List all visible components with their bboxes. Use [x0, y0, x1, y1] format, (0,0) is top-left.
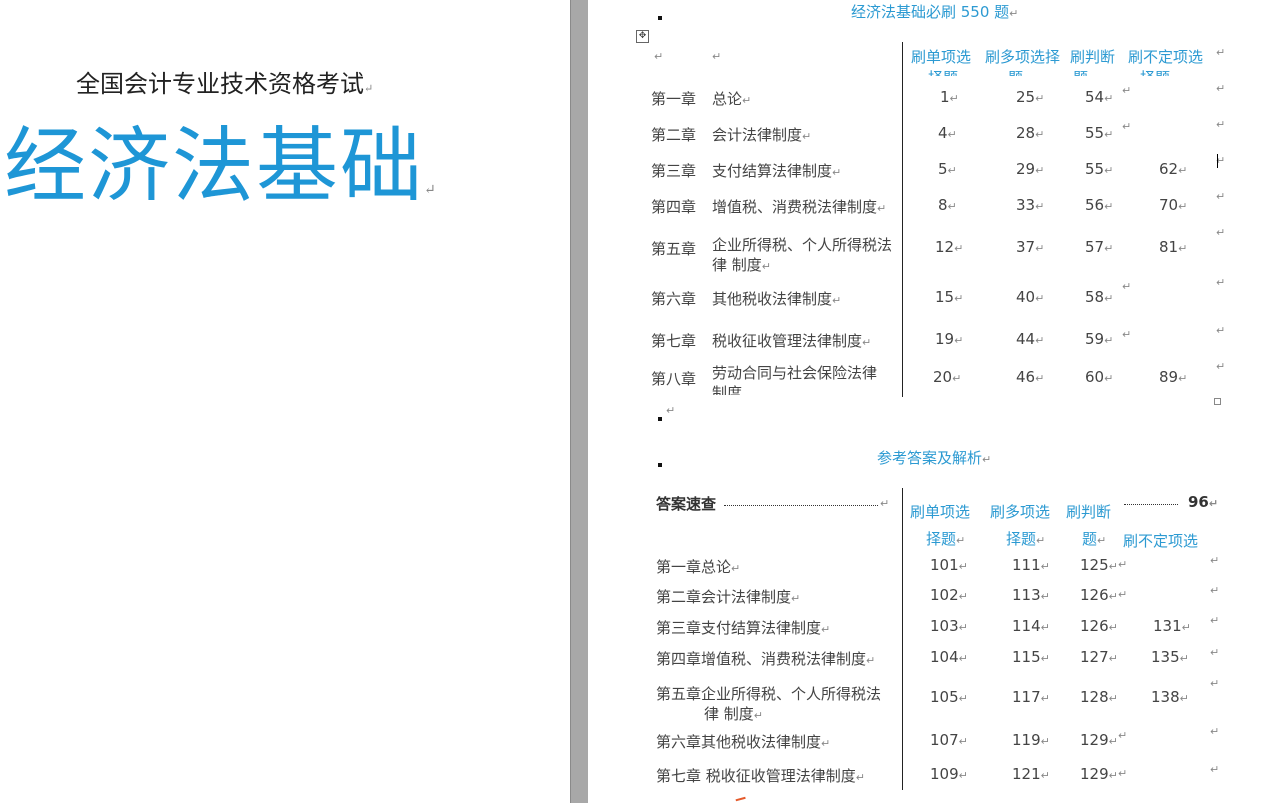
- table2-header-judge: 刷判断: [1066, 503, 1112, 521]
- toc-leader-dots: [1124, 504, 1178, 505]
- paragraph-mark: [658, 16, 662, 20]
- table2-header-multi-2: 择题↵: [1006, 530, 1046, 548]
- empty-cell-mark: ↵: [712, 50, 722, 63]
- table2-header-single-2: 择题↵: [926, 530, 966, 548]
- table1-header-row2-clipped: 择题 题 题 择题: [908, 67, 1228, 76]
- table1-header-single: 刷单项选: [911, 48, 972, 66]
- content-page: 经济法基础必刷 550 题↵ ✥ ↵ ↵ 刷单项选 刷多项选择 刷判断 刷不定项…: [588, 0, 1269, 803]
- table2-header-multi: 刷多项选: [990, 503, 1051, 521]
- table1-header-judge: 刷判断: [1070, 48, 1116, 66]
- table-resize-handle[interactable]: [1214, 398, 1221, 405]
- table2-title: 参考答案及解析↵: [877, 449, 992, 467]
- empty-cell-mark: ↵: [654, 50, 664, 63]
- table2-header-indef: 刷不定项选: [1123, 532, 1199, 550]
- table2-header-judge-2: 题↵: [1082, 530, 1107, 548]
- text-cursor: [1217, 154, 1218, 168]
- table2-column-divider: [902, 488, 903, 790]
- paragraph-mark: [658, 463, 662, 467]
- cover-page: 全国会计专业技术资格考试↵ 经济法基础↵: [0, 0, 570, 803]
- table1-column-divider: [902, 42, 903, 397]
- paragraph-mark: [658, 417, 662, 421]
- quick-answer-page: 96↵: [1188, 493, 1219, 511]
- table2-header-single: 刷单项选: [910, 503, 971, 521]
- decorative-mark: [735, 796, 747, 803]
- toc-leader-dots: [724, 505, 878, 506]
- cover-subtitle: 全国会计专业技术资格考试↵: [76, 70, 374, 98]
- quick-answer-label: 答案速查: [656, 495, 717, 513]
- table-move-handle-icon[interactable]: ✥: [636, 30, 649, 43]
- page-gap: [570, 0, 590, 803]
- table1-title: 经济法基础必刷 550 题↵: [851, 3, 1019, 21]
- table1-header-multi: 刷多项选择: [985, 48, 1061, 66]
- table1-header-indef: 刷不定项选: [1128, 48, 1204, 66]
- cover-title: 经济法基础↵: [4, 119, 438, 214]
